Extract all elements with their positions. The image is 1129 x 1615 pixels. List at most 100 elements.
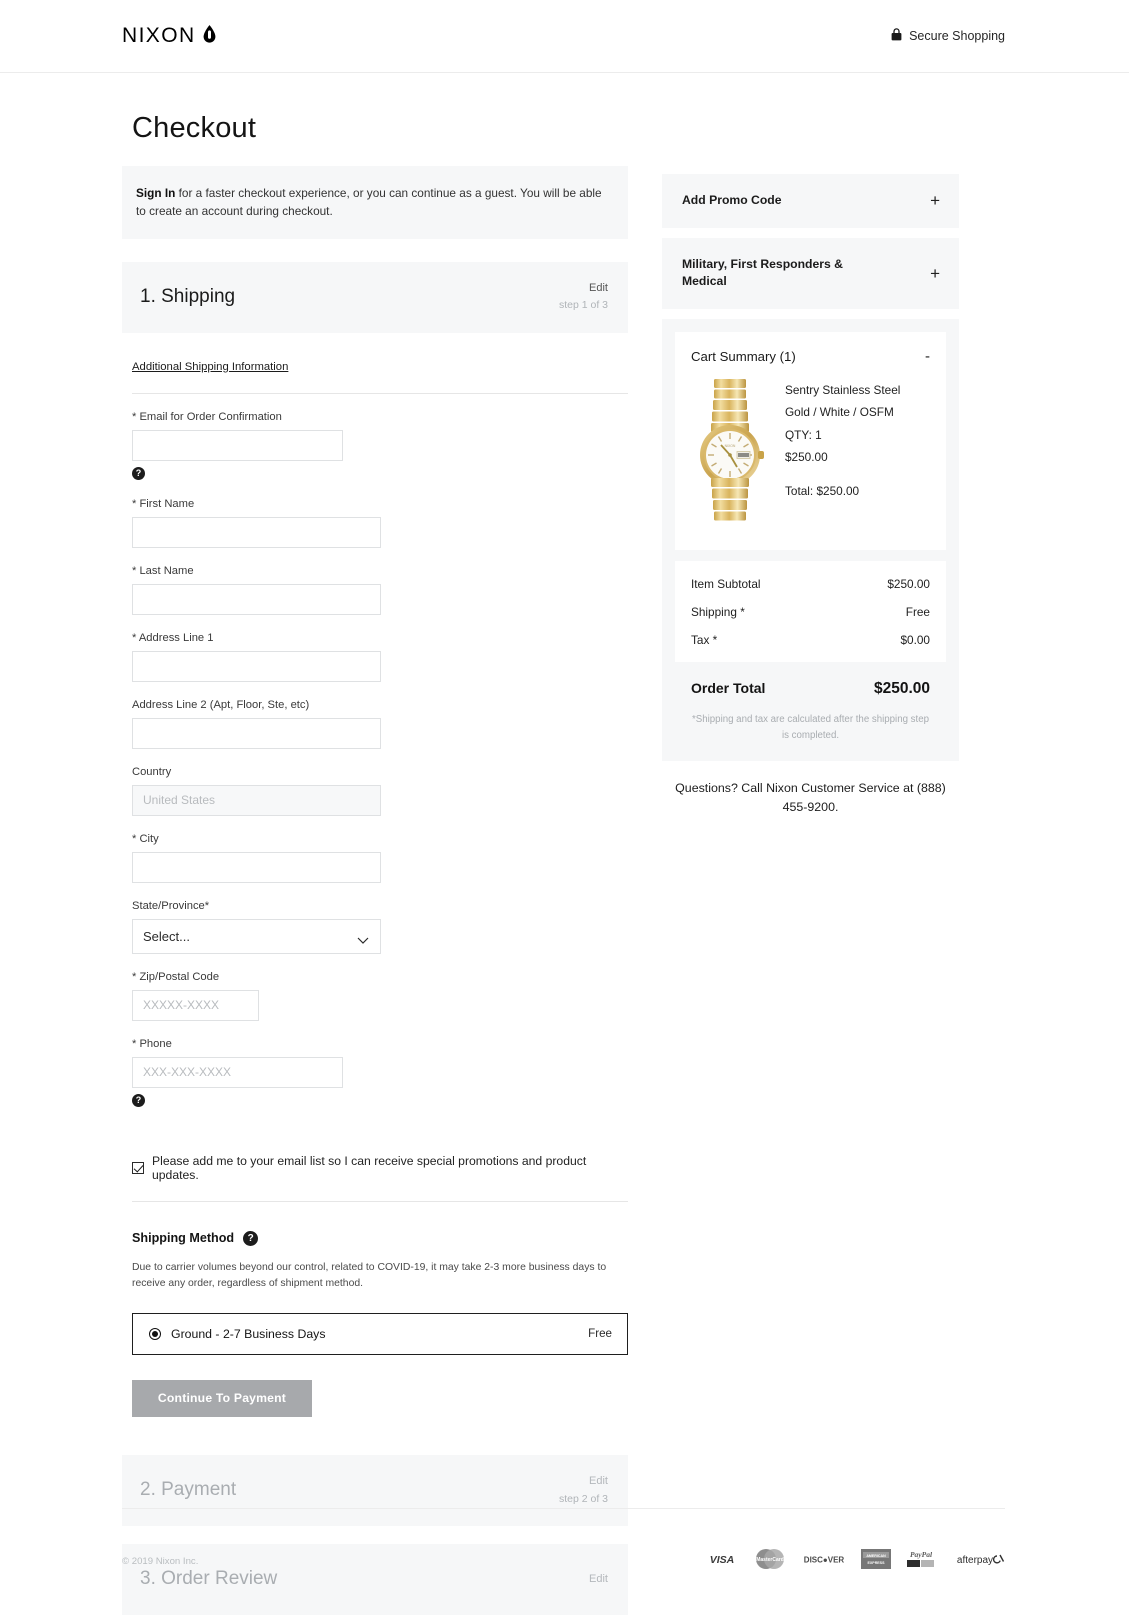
shipping-option-radio[interactable] [149, 1327, 161, 1340]
minus-icon-cart[interactable]: - [925, 348, 930, 365]
american-express-icon: AMERICAN EXPRESS [861, 1548, 891, 1575]
cart-item-variant: Gold / White / OSFM [785, 405, 894, 420]
military-discount-accordion[interactable]: Military, First Responders & Medical + [662, 237, 959, 310]
optin-divider [132, 1200, 628, 1202]
step-title-shipping: 1. Shipping [140, 286, 236, 308]
field-label-state-province: State/Province* [132, 899, 210, 912]
totals-box: Item Subtotal $250.00 Shipping * Free Ta… [675, 561, 946, 663]
last-name-input[interactable] [132, 583, 381, 615]
copyright-text: © 2019 Nixon Inc. [122, 1556, 199, 1567]
cart-item-details: Sentry Stainless Steel Gold / White / OS… [785, 377, 900, 532]
secure-shopping-indicator: Secure Shopping [891, 28, 1005, 44]
step-header-shipping[interactable]: 1. Shipping Edit step 1 of 3 [122, 261, 628, 333]
field-address-line-2: Address Line 2 (Apt, Floor, Ste, etc) [132, 699, 628, 749]
brand-logo-text: NIXON [122, 24, 196, 47]
brand-logo[interactable]: NIXON [122, 24, 216, 48]
cart-item-qty: QTY: 1 [785, 427, 822, 442]
order-total-value: $250.00 [873, 680, 930, 698]
totals-value-tax: $0.00 [900, 633, 930, 648]
shipping-form: Additional Shipping Information * Email … [122, 333, 628, 1417]
totals-label-shipping: Shipping * [691, 605, 745, 620]
totals-label-subtotal: Item Subtotal [691, 577, 761, 592]
shipping-method-heading-row: Shipping Method ? [132, 1230, 628, 1246]
field-label-address-line-2: Address Line 2 (Apt, Floor, Ste, etc) [132, 698, 310, 711]
checkout-main-column: Sign In for a faster checkout experience… [122, 166, 628, 1615]
field-label-phone: * Phone [132, 1037, 172, 1050]
totals-row-subtotal: Item Subtotal $250.00 [691, 577, 930, 591]
site-header: NIXON Secure Shopping [0, 0, 1129, 73]
page-title: Checkout [132, 112, 257, 144]
svg-text:PayPal: PayPal [910, 1550, 933, 1559]
cart-summary-title: Cart Summary (1) [691, 349, 796, 365]
field-first-name: * First Name [132, 498, 628, 548]
edit-shipping-link[interactable]: Edit [559, 280, 608, 298]
totals-disclaimer: *Shipping and tax are calculated after t… [692, 714, 929, 741]
totals-value-shipping: Free [905, 605, 930, 620]
form-divider [132, 392, 628, 394]
field-address-line-1: * Address Line 1 [132, 632, 628, 682]
plus-icon-promo[interactable]: + [930, 192, 940, 209]
lock-icon [891, 28, 902, 44]
sign-in-link[interactable]: Sign In [136, 186, 175, 200]
droplet-icon [203, 24, 216, 48]
field-city: * City [132, 833, 628, 883]
field-label-first-name: * First Name [132, 497, 195, 510]
email-optin-row[interactable]: Please add me to your email list so I ca… [132, 1154, 628, 1182]
field-state-province: State/Province* Select... [132, 900, 628, 954]
field-label-country: Country [132, 765, 172, 778]
step-count-payment: step 2 of 3 [558, 1492, 608, 1505]
discover-icon: DISC●VER [801, 1552, 847, 1571]
svg-text:AMERICAN: AMERICAN [866, 1554, 886, 1558]
address-line-1-input[interactable] [132, 650, 381, 682]
military-discount-label: Military, First Responders & Medical [682, 256, 843, 289]
email-optin-checkbox[interactable] [132, 1161, 144, 1174]
field-label-zip-postal-code: * Zip/Postal Code [132, 970, 220, 983]
cart-item-name: Sentry Stainless Steel [785, 383, 901, 398]
product-thumbnail[interactable]: NIXON [691, 377, 769, 532]
afterpay-icon: afterpay [951, 1552, 1005, 1571]
address-line-2-input[interactable] [132, 717, 381, 749]
svg-text:MasterCard: MasterCard [756, 1557, 784, 1563]
first-name-input[interactable] [132, 516, 381, 548]
step-count-shipping: step 1 of 3 [558, 299, 608, 312]
help-icon-email[interactable]: ? [132, 466, 145, 480]
field-label-address-line-1: * Address Line 1 [132, 631, 214, 644]
continue-to-payment-button[interactable]: Continue To Payment [132, 1379, 312, 1417]
email-input[interactable] [132, 429, 343, 461]
svg-text:VISA: VISA [710, 1554, 735, 1566]
cart-line-item: NIXON Sentry Stainless Steel Gold / Whit… [691, 377, 930, 532]
svg-text:DISC●VER: DISC●VER [804, 1556, 845, 1565]
help-icon-shipping-method[interactable]: ? [243, 1230, 259, 1246]
step-meta-payment: Edit step 2 of 3 [559, 1473, 608, 1507]
signin-banner: Sign In for a faster checkout experience… [122, 166, 628, 239]
svg-text:NIXON: NIXON [725, 444, 736, 448]
plus-icon-military[interactable]: + [930, 265, 940, 282]
cart-item-total: Total: $250.00 [785, 483, 860, 498]
help-icon-phone[interactable]: ? [132, 1093, 145, 1107]
shipping-option-ground[interactable]: Ground - 2-7 Business Days Free [132, 1312, 628, 1355]
city-input[interactable] [132, 851, 381, 883]
field-phone: * Phone ? [132, 1038, 628, 1108]
checkout-page: Checkout Sign In for a faster checkout e… [0, 112, 1129, 1615]
promo-code-accordion[interactable]: Add Promo Code + [662, 174, 959, 228]
zip-postal-code-input[interactable] [132, 989, 259, 1021]
cart-summary-header[interactable]: Cart Summary (1) - [691, 348, 930, 365]
svg-text:afterpay: afterpay [957, 1555, 993, 1566]
phone-input[interactable] [132, 1056, 343, 1088]
field-country: Country [132, 766, 628, 816]
additional-shipping-information-link[interactable]: Additional Shipping Information [132, 361, 288, 373]
edit-payment-link[interactable]: Edit [559, 1473, 608, 1491]
shipping-option-label: Ground - 2-7 Business Days [171, 1326, 326, 1341]
field-zip-postal-code: * Zip/Postal Code [132, 971, 628, 1021]
country-input [132, 784, 381, 816]
field-label-email: * Email for Order Confirmation [132, 410, 282, 423]
field-last-name: * Last Name [132, 565, 628, 615]
state-province-select[interactable]: Select... [132, 918, 381, 954]
mastercard-icon: MasterCard [753, 1548, 787, 1575]
secure-shopping-label: Secure Shopping [909, 29, 1005, 43]
step-title-payment: 2. Payment [140, 1479, 237, 1501]
totals-value-subtotal: $250.00 [887, 577, 930, 592]
signin-banner-text: for a faster checkout experience, or you… [136, 186, 602, 219]
site-footer: © 2019 Nixon Inc. VISA MasterCard DISC●V… [0, 1508, 1129, 1600]
email-optin-label: Please add me to your email list so I ca… [152, 1153, 587, 1182]
